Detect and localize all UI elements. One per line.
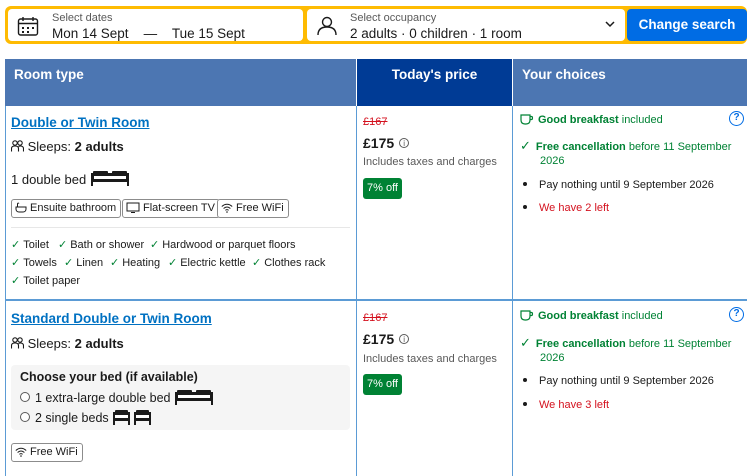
chevron-down-icon [605, 21, 615, 28]
question-icon[interactable]: ? [729, 307, 744, 322]
check-icon: ✓ [252, 257, 262, 269]
date-picker[interactable]: Select dates Mon 14 Sept — Tue 15 Sept [8, 9, 303, 41]
bathroom-icon [15, 202, 27, 213]
discount-badge: 7% off [363, 178, 402, 199]
wifi-icon [15, 447, 27, 457]
sleeps-info: Sleeps: 2 adults [10, 139, 124, 154]
taxes-note: Includes taxes and charges [363, 156, 497, 168]
facility-item: ✓ Toilet [11, 239, 49, 251]
check-icon: ✓ [64, 257, 74, 269]
amenity-free-wifi: Free WiFi [217, 199, 289, 218]
date-dash: — [143, 26, 158, 41]
facility-item: ✓ Clothes rack [252, 257, 326, 269]
table-border [356, 106, 357, 476]
bullet-icon [523, 205, 527, 209]
table-header: Room type Today's price Your choices [5, 59, 747, 106]
sleeps-info: Sleeps: 2 adults [10, 336, 124, 351]
cancellation-info: ✓ Free cancellation before 11 September [520, 138, 732, 153]
facility-item: ✓ Heating [110, 257, 161, 269]
tv-icon [126, 202, 140, 213]
occupancy-value: 2 adults · 0 children · 1 room [350, 26, 522, 41]
header-room-type: Room type [5, 59, 356, 106]
cancellation-year: 2026 [540, 155, 565, 167]
facility-item: ✓ Bath or shower [58, 239, 145, 251]
check-icon: ✓ [168, 257, 178, 269]
bullet-icon [523, 378, 527, 382]
room-name-link[interactable]: Standard Double or Twin Room [11, 311, 212, 326]
check-icon: ✓ [11, 275, 21, 287]
breakfast-info: Good breakfast included [520, 310, 663, 322]
current-price: £175 i [363, 135, 410, 151]
occupancy-label: Select occupancy [350, 12, 437, 24]
check-icon: ✓ [11, 257, 21, 269]
availability-info: We have 2 left [520, 202, 609, 214]
original-price: £167 [363, 312, 388, 324]
amenity-ensuite-bathroom: Ensuite bathroom [11, 199, 122, 218]
cancellation-year: 2026 [540, 352, 565, 364]
change-search-button[interactable]: Change search [627, 9, 747, 41]
wifi-icon [221, 203, 233, 213]
info-icon[interactable]: i [399, 138, 410, 148]
pay-later-info: Pay nothing until 9 September 2026 [520, 375, 714, 387]
dates-label: Select dates [52, 12, 113, 24]
divider [11, 227, 350, 228]
radio-button[interactable] [20, 412, 30, 422]
original-price: £167 [363, 116, 388, 128]
person-icon [317, 16, 337, 36]
sleeps-icon [10, 337, 25, 349]
table-border [512, 106, 513, 476]
bullet-icon [523, 402, 527, 406]
table-border [5, 106, 6, 476]
check-icon: ✓ [110, 257, 120, 269]
bed-info: 1 double bed [11, 170, 130, 187]
bed-option-extra-large[interactable]: 1 extra-large double bed [20, 389, 214, 405]
bullet-icon [523, 182, 527, 186]
pay-later-info: Pay nothing until 9 September 2026 [520, 179, 714, 191]
check-icon: ✓ [150, 239, 160, 251]
single-bed-icon [113, 410, 152, 425]
bed-option-two-singles[interactable]: 2 single beds [20, 409, 152, 425]
check-icon: ✓ [520, 138, 531, 153]
sleeps-icon [10, 140, 25, 152]
facility-item: ✓ Electric kettle [168, 257, 246, 269]
amenity-flat-screen-tv: Flat-screen TV [122, 199, 220, 218]
occupancy-picker[interactable]: Select occupancy 2 adults · 0 children ·… [307, 9, 625, 41]
dates-value: Mon 14 Sept — Tue 15 Sept [52, 26, 245, 41]
bed-choice-title: Choose your bed (if available) [20, 370, 198, 384]
discount-badge: 7% off [363, 374, 402, 395]
facility-item: ✓ Toilet paper [11, 275, 81, 287]
availability-info: We have 3 left [520, 399, 609, 411]
calendar-icon [17, 17, 39, 36]
header-your-choices: Your choices [513, 59, 747, 106]
breakfast-info: Good breakfast included [520, 114, 663, 126]
coffee-icon [520, 114, 534, 125]
cancellation-info: ✓ Free cancellation before 11 September [520, 335, 732, 350]
radio-button[interactable] [20, 392, 30, 402]
facility-item: ✓ Linen [64, 257, 104, 269]
header-todays-price: Today's price [357, 59, 512, 106]
taxes-note: Includes taxes and charges [363, 353, 497, 365]
row-divider [5, 299, 747, 301]
search-bar: Select dates Mon 14 Sept — Tue 15 Sept S… [5, 6, 747, 44]
check-in-date: Mon 14 Sept [52, 26, 129, 41]
double-bed-icon [175, 390, 213, 405]
check-icon: ✓ [58, 239, 68, 251]
amenity-free-wifi: Free WiFi [11, 443, 83, 462]
question-icon[interactable]: ? [729, 111, 744, 126]
double-bed-icon [90, 171, 129, 186]
check-out-date: Tue 15 Sept [171, 26, 245, 41]
facility-item: ✓ Towels [11, 257, 57, 269]
coffee-icon [520, 310, 534, 321]
check-icon: ✓ [520, 335, 531, 350]
check-icon: ✓ [11, 239, 21, 251]
facility-item: ✓ Hardwood or parquet floors [150, 239, 296, 251]
bed-choice-panel: Choose your bed (if available) 1 extra-l… [11, 365, 350, 430]
current-price: £175 i [363, 331, 410, 347]
room-name-link[interactable]: Double or Twin Room [11, 115, 150, 130]
info-icon[interactable]: i [399, 334, 410, 344]
